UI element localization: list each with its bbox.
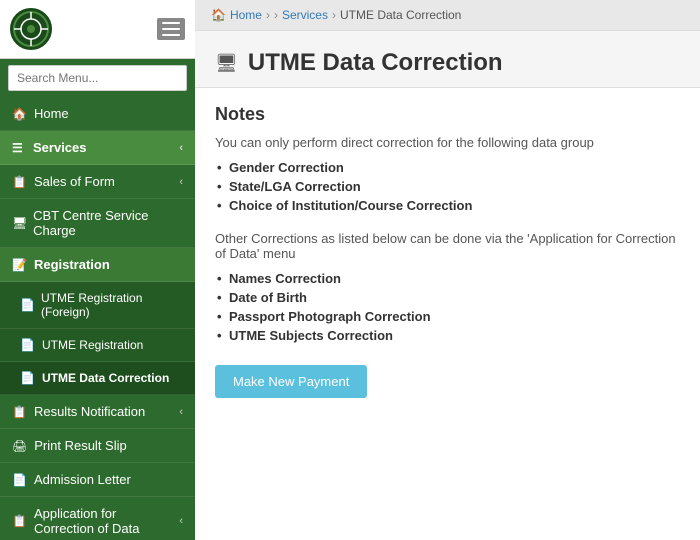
page-title: UTME Data Correction <box>248 49 503 77</box>
sidebar-item-utme-foreign[interactable]: 📄 UTME Registration (Foreign) <box>0 282 195 329</box>
sidebar-item-services[interactable]: ☰ Services ‹ <box>0 131 195 165</box>
page-header: 🖥 UTME Data Correction <box>195 31 700 88</box>
app-icon: 📋 <box>12 514 27 528</box>
sidebar-item-admission[interactable]: 📄 Admission Letter <box>0 463 195 497</box>
content-area: Notes You can only perform direct correc… <box>195 88 700 540</box>
direct-corrections-list: Gender Correction State/LGA Correction C… <box>215 158 680 215</box>
sidebar-item-cbt[interactable]: 🖥 CBT Centre Service Charge <box>0 199 195 248</box>
list-item: Choice of Institution/Course Correction <box>229 196 680 215</box>
print-icon: 🖨 <box>12 439 27 453</box>
breadcrumb-separator3: › <box>332 8 336 22</box>
chevron-icon: ‹ <box>179 406 183 418</box>
page-icon: 🖥 <box>215 53 238 74</box>
main-content: 🏠 Home › › Services › UTME Data Correcti… <box>195 0 700 540</box>
chevron-icon: ‹ <box>179 142 183 154</box>
other-corrections-text: Other Corrections as listed below can be… <box>215 231 680 261</box>
sidebar-item-app-correction[interactable]: 📋 Application for Correction of Data ‹ <box>0 497 195 540</box>
notes-heading: Notes <box>215 104 680 125</box>
reg-icon: 📝 <box>12 258 27 272</box>
results-icon: 📋 <box>12 405 27 419</box>
breadcrumb: 🏠 Home › › Services › UTME Data Correcti… <box>195 0 700 31</box>
breadcrumb-separator: › <box>266 8 270 22</box>
sidebar-logo <box>0 0 195 59</box>
sidebar-item-utme-reg[interactable]: 📄 UTME Registration <box>0 329 195 362</box>
list-item: UTME Subjects Correction <box>229 326 680 345</box>
home-icon: 🏠 <box>12 107 27 121</box>
hamburger-icon[interactable] <box>157 18 185 40</box>
doc-icon: 📄 <box>20 298 34 312</box>
sidebar-item-sales[interactable]: 📋 Sales of Form ‹ <box>0 165 195 199</box>
chevron-icon: ‹ <box>179 176 183 188</box>
doc-icon: 📄 <box>20 371 35 385</box>
search-input[interactable] <box>8 65 187 91</box>
sidebar-item-print[interactable]: 🖨 Print Result Slip <box>0 429 195 463</box>
sales-icon: 📋 <box>12 175 27 189</box>
list-item: State/LGA Correction <box>229 177 680 196</box>
search-box <box>0 59 195 97</box>
logo <box>10 8 52 50</box>
breadcrumb-services[interactable]: Services <box>282 8 328 22</box>
other-corrections-list: Names Correction Date of Birth Passport … <box>215 269 680 345</box>
sidebar-item-home[interactable]: 🏠 Home <box>0 97 195 131</box>
sidebar: 🏠 Home ☰ Services ‹ 📋 Sales of Form ‹ 🖥 … <box>0 0 195 540</box>
sidebar-item-results[interactable]: 📋 Results Notification ‹ <box>0 395 195 429</box>
breadcrumb-current: UTME Data Correction <box>340 8 461 22</box>
services-icon: ☰ <box>12 141 26 155</box>
list-item: Passport Photograph Correction <box>229 307 680 326</box>
breadcrumb-home[interactable]: Home <box>230 8 262 22</box>
doc-icon: 📄 <box>20 338 35 352</box>
sidebar-item-registration[interactable]: 📝 Registration <box>0 248 195 282</box>
home-icon: 🏠 <box>211 8 226 22</box>
sidebar-item-utme-correction[interactable]: 📄 UTME Data Correction <box>0 362 195 395</box>
admission-icon: 📄 <box>12 473 27 487</box>
make-payment-button[interactable]: Make New Payment <box>215 365 367 398</box>
breadcrumb-separator2: › <box>274 8 278 22</box>
list-item: Names Correction <box>229 269 680 288</box>
list-item: Gender Correction <box>229 158 680 177</box>
cbt-icon: 🖥 <box>12 216 26 230</box>
chevron-icon: ‹ <box>179 515 183 527</box>
notes-intro: You can only perform direct correction f… <box>215 135 680 150</box>
list-item: Date of Birth <box>229 288 680 307</box>
